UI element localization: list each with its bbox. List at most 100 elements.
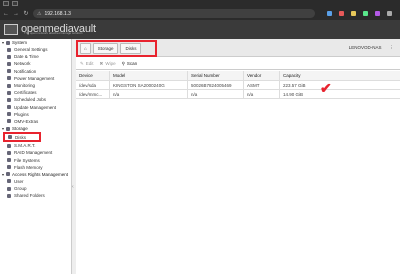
extensions-area	[327, 11, 400, 16]
sidebar-item-plugins[interactable]: Plugins	[0, 111, 71, 118]
table-header: Device Model Serial Number Vendor Capaci…	[76, 71, 400, 81]
sidebar-item-user[interactable]: User	[0, 178, 71, 185]
address-bar[interactable]: ⚠ 192.168.1.3	[33, 9, 315, 18]
sidebar-item-label: Flash Memory	[14, 164, 43, 170]
collapse-icon[interactable]: ‹	[72, 184, 74, 190]
window-controls	[3, 1, 18, 6]
screen: ← → ↻ ⚠ 192.168.1.3 openmediavault The o…	[0, 0, 400, 274]
edit-button[interactable]: ✎ Edit	[80, 61, 94, 67]
sidebar-item-label: Group	[14, 186, 27, 192]
collapse-toggle-icon[interactable]: ▾	[2, 40, 4, 45]
cell-vendor: n/a	[244, 90, 280, 98]
sidebar-item-label: Scheduled Jobs	[14, 97, 47, 103]
forward-icon[interactable]: →	[13, 11, 19, 17]
menu-item-icon	[7, 193, 11, 198]
col-device[interactable]: Device	[76, 71, 110, 80]
cell-vendor: ASMT	[244, 81, 280, 89]
sidebar-item-certificates[interactable]: Certificates	[0, 89, 71, 96]
sidebar-item-shared-folders[interactable]: Shared Folders	[0, 192, 71, 199]
sidebar-item-disks[interactable]: Disks	[3, 132, 41, 143]
security-icon: ⚠	[37, 10, 42, 17]
app-subtitle: The open network attached storage soluti…	[24, 31, 83, 35]
sidebar-item-power-management[interactable]: Power Management	[0, 75, 71, 82]
group-icon	[6, 40, 11, 45]
sidebar-item-label: Certificates	[14, 90, 37, 96]
menu-item-icon	[7, 165, 11, 170]
group-icon	[6, 126, 11, 131]
collapse-toggle-icon[interactable]: ▾	[2, 126, 4, 131]
extension-icon[interactable]	[351, 11, 356, 16]
sidebar-item-raid-management[interactable]: RAID Management	[0, 149, 71, 156]
sidebar-item-label: Notification	[14, 68, 37, 74]
sidebar-item-network[interactable]: Network	[0, 60, 71, 67]
col-serial[interactable]: Serial Number	[188, 71, 244, 80]
window-tab[interactable]	[3, 1, 9, 6]
sidebar-item-group[interactable]: Group	[0, 185, 71, 192]
sidebar-item-label: General Settings	[14, 47, 48, 53]
collapse-toggle-icon[interactable]: ▾	[2, 172, 4, 177]
sidebar-item-label: Disks	[15, 134, 26, 140]
extension-icon[interactable]	[363, 11, 368, 16]
sidebar-item-scheduled-jobs[interactable]: Scheduled Jobs	[0, 96, 71, 103]
col-capacity[interactable]: Capacity	[280, 71, 328, 80]
url-text: 192.168.1.3	[44, 10, 71, 17]
menu-item-icon	[7, 76, 11, 81]
sidebar-item-label: Monitoring	[14, 83, 36, 89]
menu-item-icon	[7, 186, 11, 191]
table-row[interactable]: /dev/sda KINGSTON SA2000240G 50026B78240…	[76, 81, 400, 90]
sidebar-item-label: S.M.A.R.T.	[14, 143, 36, 149]
app-header: openmediavault	[0, 20, 400, 39]
extension-icon[interactable]	[387, 11, 392, 16]
menu-item-icon	[7, 112, 11, 117]
sidebar-item-label: Update Management	[14, 104, 57, 110]
extension-icon[interactable]	[327, 11, 332, 16]
user-menu[interactable]: LENOVOD-NAS	[349, 45, 382, 51]
menu-item-icon	[7, 97, 11, 102]
breadcrumb-storage[interactable]: Storage	[92, 43, 119, 54]
sidebar-group[interactable]: ▾ System	[0, 39, 71, 46]
menu-item-icon	[7, 179, 11, 184]
sidebar-item-notification[interactable]: Notification	[0, 68, 71, 75]
reload-icon[interactable]: ↻	[23, 10, 29, 17]
header-right: LENOVOD-NAS ⋮	[349, 45, 394, 51]
sidebar-group-label: Storage	[12, 126, 28, 132]
wipe-button[interactable]: ✖ Wipe	[100, 61, 116, 67]
checkmark-annotation-icon: ✔	[320, 80, 332, 96]
sidebar-item-label: Power Management	[14, 75, 55, 81]
cell-device: /dev/mmc...	[76, 90, 110, 98]
cell-model: KINGSTON SA2000240G	[110, 81, 188, 89]
sidebar-group-label: System	[12, 40, 28, 45]
sidebar-item-label: User	[14, 178, 24, 184]
sidebar-item-omv-extras[interactable]: OMV-Extras	[0, 118, 71, 125]
cell-serial: 50026B7824005469	[188, 81, 244, 89]
sidebar-item-label: Network	[14, 61, 31, 67]
sidebar-item-label: File Systems	[14, 157, 40, 163]
menu-item-icon	[7, 61, 11, 66]
col-model[interactable]: Model	[110, 71, 188, 80]
sidebar-item-date-time[interactable]: Date & Time	[0, 53, 71, 60]
sidebar-group[interactable]: ▾ Storage	[0, 125, 71, 132]
menu-item-icon	[7, 105, 11, 110]
sidebar-group-label: Access Rights Management	[12, 171, 69, 177]
sidebar-item-s-m-a-r-t[interactable]: S.M.A.R.T.	[0, 142, 71, 149]
table-row[interactable]: /dev/mmc... n/a n/a n/a 14.90 GiB	[76, 90, 400, 99]
extension-icon[interactable]	[339, 11, 344, 16]
extension-icon[interactable]	[375, 11, 380, 16]
home-icon[interactable]: ⌂	[80, 43, 91, 54]
logo-icon	[4, 24, 18, 35]
sidebar-item-general-settings[interactable]: General Settings	[0, 46, 71, 53]
back-icon[interactable]: ←	[3, 11, 9, 17]
sidebar-item-file-systems[interactable]: File Systems	[0, 156, 71, 163]
scan-button[interactable]: ⚲ Scan	[122, 61, 138, 67]
menu-item-icon	[7, 54, 11, 59]
sidebar-item-update-management[interactable]: Update Management	[0, 104, 71, 111]
kebab-menu-icon[interactable]: ⋮	[390, 45, 395, 51]
sidebar-group[interactable]: ▾ Access Rights Management	[0, 171, 71, 178]
sidebar-item-monitoring[interactable]: Monitoring	[0, 82, 71, 89]
menu-item-icon	[7, 69, 11, 74]
breadcrumb-disks[interactable]: Disks	[120, 43, 142, 54]
window-tab[interactable]	[12, 1, 18, 6]
sidebar-item-flash-memory[interactable]: Flash Memory	[0, 164, 71, 171]
menu-item-icon	[8, 135, 12, 140]
col-vendor[interactable]: Vendor	[244, 71, 280, 80]
